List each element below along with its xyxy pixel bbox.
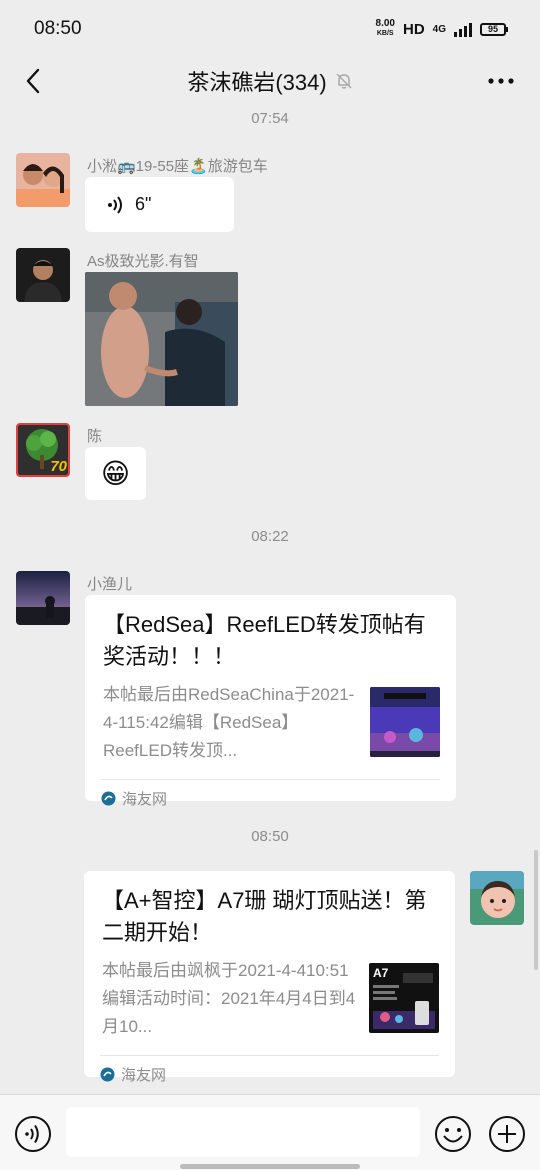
more-functions-button[interactable] bbox=[488, 1115, 526, 1153]
input-bar bbox=[0, 1094, 540, 1170]
mute-bell-icon bbox=[335, 72, 353, 90]
scrollbar[interactable] bbox=[534, 850, 538, 970]
sender-name: As极致光影.有智 bbox=[87, 253, 199, 270]
avatar[interactable]: 70 bbox=[16, 423, 70, 477]
chevron-left-icon bbox=[26, 68, 40, 94]
sender-name: 小淞🚌19-55座🏝️旅游包车 bbox=[87, 158, 268, 175]
chat-header: 茶沫礁岩(334) bbox=[0, 58, 540, 104]
status-bar: 08:50 8.00 KB/S HD 4G 95 bbox=[0, 0, 540, 58]
network-type: 4G bbox=[432, 23, 446, 35]
home-indicator[interactable] bbox=[180, 1164, 360, 1169]
link-card-source-name: 海友网 bbox=[122, 791, 168, 808]
link-card-description: 本帖最后由RedSeaChina于2021-4-115:42编辑【RedSea】… bbox=[103, 685, 355, 760]
voice-icon bbox=[15, 1116, 51, 1152]
grin-emoji: 😁 bbox=[100, 457, 131, 489]
link-card-title: 【RedSea】ReefLED转发顶帖有奖活动！！！ bbox=[103, 612, 426, 669]
sender-name: 陈 bbox=[87, 428, 103, 445]
timestamp: 08:22 bbox=[251, 528, 289, 545]
plus-icon bbox=[489, 1116, 525, 1152]
self-avatar[interactable] bbox=[470, 871, 524, 925]
sender-name: 小渔儿 bbox=[87, 576, 133, 593]
back-button[interactable] bbox=[18, 66, 48, 96]
source-logo-icon bbox=[100, 1067, 115, 1082]
more-dots-icon bbox=[488, 78, 514, 84]
network-speed: 8.00 KB/S bbox=[376, 19, 395, 39]
battery-icon: 95 bbox=[480, 22, 508, 36]
voice-input-button[interactable] bbox=[14, 1115, 52, 1153]
timestamp: 08:50 bbox=[251, 828, 289, 845]
message-input[interactable] bbox=[66, 1107, 420, 1157]
link-card-title: 【A+智控】A7珊 瑚灯顶贴送！第二期开始！ bbox=[102, 888, 427, 945]
image-message[interactable] bbox=[85, 272, 238, 406]
link-card-source: 海友网 bbox=[84, 1056, 455, 1085]
emoji-message-bubble[interactable]: 😁 bbox=[85, 447, 146, 500]
link-card-description: 本帖最后由飒枫于2021-4-410:51编辑活动时间：2021年4月4日到4月… bbox=[102, 961, 356, 1036]
link-card[interactable]: 【RedSea】ReefLED转发顶帖有奖活动！！！ 本帖最后由RedSeaCh… bbox=[85, 595, 456, 808]
link-card-thumbnail: A7 bbox=[369, 963, 439, 1033]
emoji-button[interactable] bbox=[434, 1115, 472, 1153]
link-card-source: 海友网 bbox=[85, 780, 456, 809]
link-card-source-name: 海友网 bbox=[121, 1067, 167, 1084]
link-card[interactable]: 【A+智控】A7珊 瑚灯顶贴送！第二期开始！ 本帖最后由飒枫于2021-4-41… bbox=[84, 871, 455, 1084]
smiley-icon bbox=[435, 1116, 471, 1152]
more-options-button[interactable] bbox=[486, 66, 516, 96]
status-time: 08:50 bbox=[34, 18, 82, 39]
network-speed-value: 8.00 bbox=[375, 18, 395, 29]
status-indicators: 8.00 KB/S HD 4G 95 bbox=[376, 19, 508, 39]
avatar[interactable] bbox=[16, 153, 70, 207]
avatar[interactable] bbox=[16, 248, 70, 302]
signal-icon bbox=[454, 21, 472, 37]
source-logo-icon bbox=[101, 791, 116, 806]
avatar-badge: 70 bbox=[50, 458, 67, 475]
voice-duration: 6" bbox=[135, 194, 152, 214]
link-card-thumbnail bbox=[370, 687, 440, 757]
battery-level: 95 bbox=[487, 23, 498, 34]
network-speed-unit: KB/S bbox=[376, 30, 394, 37]
avatar[interactable] bbox=[16, 571, 70, 625]
voice-wave-icon bbox=[108, 195, 122, 214]
hd-indicator: HD bbox=[402, 20, 425, 38]
chat-title: 茶沫礁岩(334) bbox=[187, 70, 327, 95]
voice-message-bubble[interactable]: 6" bbox=[85, 177, 234, 232]
timestamp: 07:54 bbox=[251, 110, 289, 127]
thumbnail-label: A7 bbox=[373, 966, 389, 980]
